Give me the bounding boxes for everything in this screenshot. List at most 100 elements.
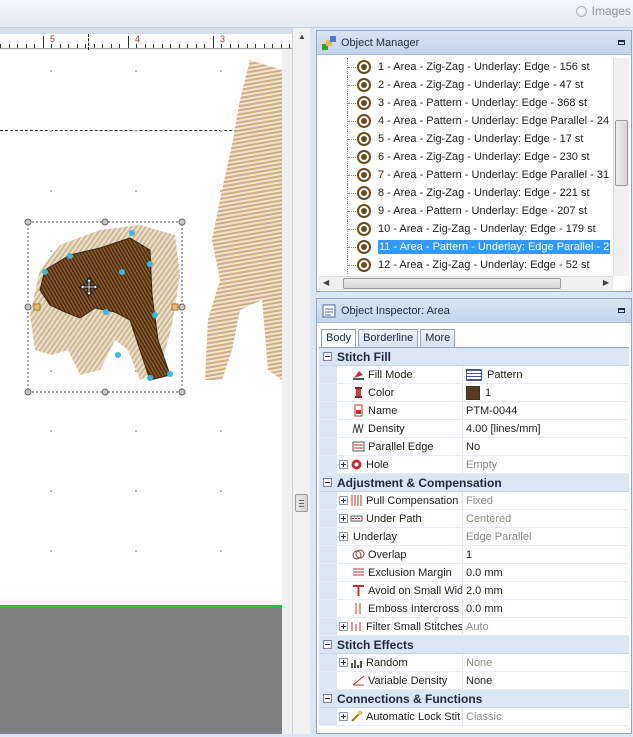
ruler-tick xyxy=(51,44,52,48)
tree-connector xyxy=(347,184,356,202)
property-variable-density[interactable]: Variable Density None xyxy=(319,672,629,690)
object-list-item[interactable]: 2 - Area - Zig-Zag - Underlay: Edge - 47… xyxy=(319,76,613,94)
property-random[interactable]: Random None xyxy=(319,654,629,672)
object-list-item[interactable]: 7 - Area - Pattern - Underlay: Edge Para… xyxy=(319,166,613,184)
tree-connector xyxy=(347,94,356,112)
collapse-icon[interactable] xyxy=(323,640,332,649)
object-list-item[interactable]: 11 - Area - Pattern - Underlay: Edge Par… xyxy=(319,238,613,256)
area-object-icon xyxy=(357,186,371,200)
object-list-item-label: 2 - Area - Zig-Zag - Underlay: Edge - 47… xyxy=(378,79,584,91)
property-underlay[interactable]: Underlay Edge Parallel xyxy=(319,528,629,546)
object-list-item-label: 8 - Area - Zig-Zag - Underlay: Edge - 22… xyxy=(378,187,590,199)
scroll-right-icon[interactable]: ▶ xyxy=(603,278,609,287)
expand-icon[interactable] xyxy=(339,658,348,667)
scroll-up-icon[interactable]: ▲ xyxy=(298,32,306,41)
property-name-row[interactable]: Name PTM-0044 xyxy=(319,402,629,420)
property-automatic-lock-stitch[interactable]: Automatic Lock Stit Classic xyxy=(319,708,629,726)
property-exclusion-margin[interactable]: Exclusion Margin 0.0 mm xyxy=(319,564,629,582)
collapse-icon[interactable] xyxy=(323,694,332,703)
area-object-icon xyxy=(357,240,371,254)
scroll-thumb[interactable] xyxy=(295,494,308,512)
expand-icon[interactable] xyxy=(339,712,348,721)
object-list-horizontal-scrollbar[interactable]: ◀ ▶ xyxy=(319,276,613,290)
property-density[interactable]: Density 4.00 [lines/mm] xyxy=(319,420,629,438)
object-list-vertical-scrollbar[interactable] xyxy=(613,58,629,276)
object-list-item[interactable]: 9 - Area - Pattern - Underlay: Edge - 20… xyxy=(319,202,613,220)
object-list-item-label: 4 - Area - Pattern - Underlay: Edge Para… xyxy=(378,115,610,127)
design-workspace[interactable] xyxy=(0,50,282,605)
property-grid: Stitch Fill Fill Mode Pattern Color 1 Na… xyxy=(319,347,629,737)
collapse-icon[interactable] xyxy=(323,352,332,361)
ruler-tick xyxy=(136,44,137,48)
category-label: Stitch Fill xyxy=(337,349,391,364)
property-overlap[interactable]: Overlap 1 xyxy=(319,546,629,564)
property-emboss-intercross[interactable]: Emboss Intercross 0.0 mm xyxy=(319,600,629,618)
collapse-icon[interactable] xyxy=(323,478,332,487)
ruler-label: 3 xyxy=(220,34,226,44)
object-list[interactable]: 1 - Area - Zig-Zag - Underlay: Edge - 15… xyxy=(319,58,613,276)
property-value: Classic xyxy=(466,710,502,723)
object-inspector-title: Object Inspector: Area xyxy=(341,304,450,317)
category-stitch-effects[interactable]: Stitch Effects xyxy=(319,636,629,654)
property-fill-mode[interactable]: Fill Mode Pattern xyxy=(319,366,629,384)
ruler-tick xyxy=(280,44,282,48)
tab-body[interactable]: Body xyxy=(321,329,357,348)
ruler-tick xyxy=(76,44,78,48)
ruler-tick xyxy=(59,44,61,48)
expand-icon[interactable] xyxy=(339,622,348,631)
object-list-item[interactable]: 4 - Area - Pattern - Underlay: Edge Para… xyxy=(319,112,613,130)
expand-icon[interactable] xyxy=(339,460,348,469)
category-connections[interactable]: Connections & Functions xyxy=(319,690,629,708)
category-label: Stitch Effects xyxy=(337,637,414,652)
category-adjustment[interactable]: Adjustment & Compensation xyxy=(319,474,629,492)
property-name: Hole xyxy=(366,458,389,471)
property-pull-compensation[interactable]: Pull Compensation Fixed xyxy=(319,492,629,510)
object-list-item[interactable]: 10 - Area - Zig-Zag - Underlay: Edge - 1… xyxy=(319,220,613,238)
object-list-item[interactable]: 1 - Area - Zig-Zag - Underlay: Edge - 15… xyxy=(319,58,613,76)
expand-icon[interactable] xyxy=(339,514,348,523)
images-button[interactable]: Images xyxy=(575,2,631,20)
object-list-item[interactable]: 3 - Area - Pattern - Underlay: Edge - 36… xyxy=(319,94,613,112)
object-list-item-label: 3 - Area - Pattern - Underlay: Edge - 36… xyxy=(378,97,588,109)
expand-icon[interactable] xyxy=(339,496,348,505)
minimize-icon[interactable] xyxy=(618,40,625,45)
object-manager-panel: Object Manager 1 - Area - Zig-Zag - Unde… xyxy=(316,30,632,292)
hole-icon xyxy=(350,458,363,471)
minimize-icon[interactable] xyxy=(618,308,625,313)
color-swatch[interactable] xyxy=(466,385,480,400)
gorilla-design[interactable] xyxy=(0,50,282,605)
tab-more[interactable]: More xyxy=(420,329,456,347)
object-list-item-label: 6 - Area - Zig-Zag - Underlay: Edge - 23… xyxy=(378,151,590,163)
object-list-item[interactable]: 12 - Area - Zig-Zag - Underlay: Edge - 5… xyxy=(319,256,613,274)
property-value: 0.0 mm xyxy=(466,602,503,615)
scroll-thumb[interactable] xyxy=(615,120,628,186)
area-object-icon xyxy=(357,258,371,272)
tab-borderline[interactable]: Borderline xyxy=(358,329,419,347)
ruler-tick xyxy=(85,44,86,48)
pattern-fill-icon xyxy=(466,368,482,381)
tree-connector xyxy=(347,166,356,184)
top-toolbar-strip: Images xyxy=(0,0,633,28)
pull-compensation-icon xyxy=(350,494,363,507)
ruler-tick xyxy=(68,44,69,48)
property-avoid-small-width[interactable]: Avoid on Small Wid 2.0 mm xyxy=(319,582,629,600)
object-list-item[interactable]: 6 - Area - Zig-Zag - Underlay: Edge - 23… xyxy=(319,148,613,166)
property-color[interactable]: Color 1 xyxy=(319,384,629,402)
ruler-tick xyxy=(0,44,1,48)
object-list-item[interactable]: 8 - Area - Zig-Zag - Underlay: Edge - 22… xyxy=(319,184,613,202)
property-hole[interactable]: Hole Empty xyxy=(319,456,629,474)
property-under-path[interactable]: Under Path Centered xyxy=(319,510,629,528)
expand-icon[interactable] xyxy=(339,532,348,541)
property-parallel-edge[interactable]: Parallel Edge No xyxy=(319,438,629,456)
canvas-vertical-scrollbar[interactable]: ▲ xyxy=(292,28,310,734)
area-object-icon xyxy=(357,132,371,146)
object-list-item[interactable]: 5 - Area - Zig-Zag - Underlay: Edge - 17… xyxy=(319,130,613,148)
property-value: Empty xyxy=(466,458,498,471)
under-path-icon xyxy=(350,512,363,525)
scroll-thumb[interactable] xyxy=(343,278,561,289)
scroll-left-icon[interactable]: ◀ xyxy=(323,278,329,287)
ruler-tick xyxy=(8,44,10,48)
ruler-tick xyxy=(170,44,171,48)
property-filter-small-stitches[interactable]: Filter Small Stitches Auto xyxy=(319,618,629,636)
category-stitch-fill[interactable]: Stitch Fill xyxy=(319,348,629,366)
